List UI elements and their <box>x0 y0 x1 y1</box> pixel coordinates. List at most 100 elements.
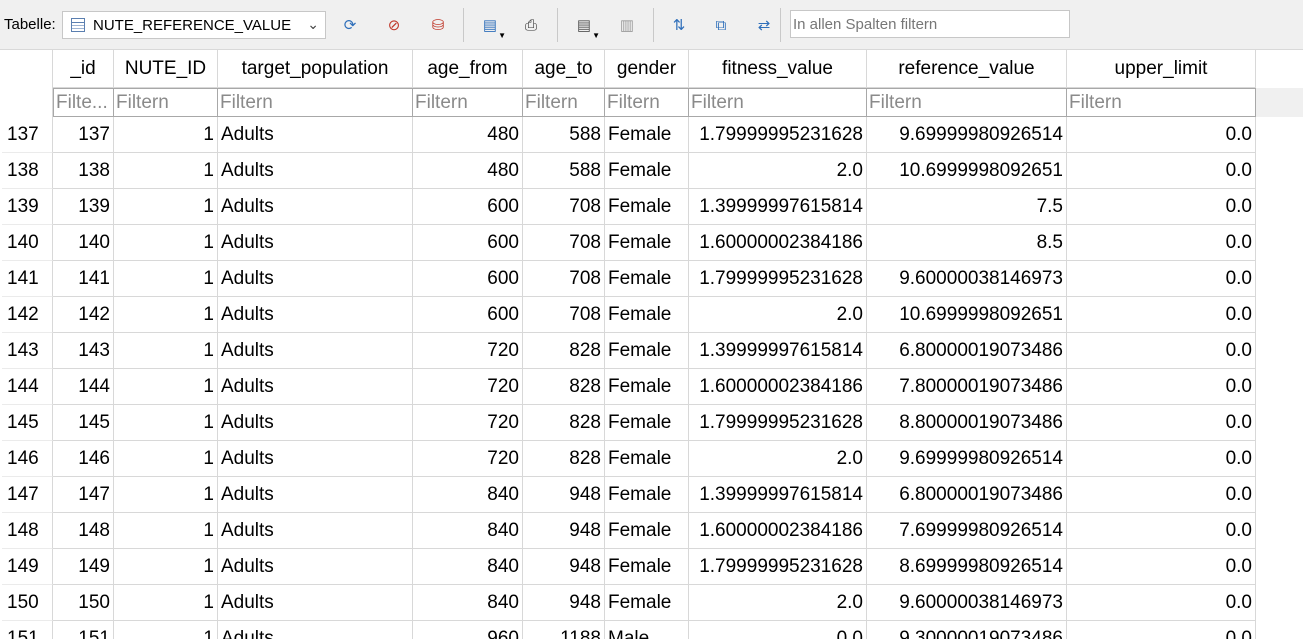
table-cell-nute-id[interactable]: 1 <box>114 333 218 369</box>
table-cell-upper-limit[interactable]: 0.0 <box>1067 441 1256 477</box>
table-cell-age-from[interactable]: 600 <box>413 225 523 261</box>
table-cell-reference-value[interactable]: 10.6999998092651 <box>867 153 1067 189</box>
table-cell-upper-limit[interactable]: 0.0 <box>1067 549 1256 585</box>
filter-input-target-population[interactable] <box>218 89 412 116</box>
table-cell-upper-limit[interactable]: 0.0 <box>1067 189 1256 225</box>
table-cell-target-population[interactable]: Adults <box>218 405 413 441</box>
table-cell-upper-limit[interactable]: 0.0 <box>1067 117 1256 153</box>
table-cell-fitness-value[interactable]: 1.79999995231628 <box>689 549 867 585</box>
table-cell-reference-value[interactable]: 9.69999980926514 <box>867 441 1067 477</box>
table-cell--id[interactable]: 143 <box>53 333 114 369</box>
filter-input-upper-limit[interactable] <box>1067 89 1255 116</box>
table-cell-target-population[interactable]: Adults <box>218 513 413 549</box>
table-cell-gender[interactable]: Female <box>605 585 689 621</box>
table-row[interactable]: 138 138 1 Adults 480 588 Female 2.0 10.699999809… <box>2 153 1256 189</box>
refresh-button[interactable]: ⟳ <box>337 12 363 38</box>
table-cell-nute-id[interactable]: 1 <box>114 225 218 261</box>
table-cell--id[interactable]: 151 <box>53 621 114 639</box>
row-number[interactable]: 138 <box>2 153 53 189</box>
table-cell-target-population[interactable]: Adults <box>218 549 413 585</box>
table-cell-reference-value[interactable]: 9.30000019073486 <box>867 621 1067 639</box>
row-number[interactable]: 148 <box>2 513 53 549</box>
row-number[interactable]: 137 <box>2 117 53 153</box>
table-cell-age-from[interactable]: 600 <box>413 297 523 333</box>
table-cell-upper-limit[interactable]: 0.0 <box>1067 369 1256 405</box>
table-cell--id[interactable]: 142 <box>53 297 114 333</box>
table-cell-target-population[interactable]: Adults <box>218 153 413 189</box>
table-cell--id[interactable]: 137 <box>53 117 114 153</box>
data-grid[interactable]: _id NUTE_ID target_population age_from age_t… <box>2 50 1303 639</box>
table-cell-age-to[interactable]: 948 <box>523 585 605 621</box>
table-cell-age-from[interactable]: 960 <box>413 621 523 639</box>
filter-input-reference-value[interactable] <box>867 89 1066 116</box>
column-header-age-from[interactable]: age_from <box>413 50 523 88</box>
table-cell-upper-limit[interactable]: 0.0 <box>1067 225 1256 261</box>
row-number[interactable]: 147 <box>2 477 53 513</box>
table-cell-reference-value[interactable]: 6.80000019073486 <box>867 477 1067 513</box>
table-cell-target-population[interactable]: Adults <box>218 225 413 261</box>
table-cell-age-from[interactable]: 840 <box>413 513 523 549</box>
table-cell-target-population[interactable]: Adults <box>218 441 413 477</box>
table-cell-fitness-value[interactable]: 1.79999995231628 <box>689 261 867 297</box>
row-number[interactable]: 145 <box>2 405 53 441</box>
table-cell-gender[interactable]: Female <box>605 297 689 333</box>
row-number[interactable]: 143 <box>2 333 53 369</box>
table-cell-fitness-value[interactable]: 1.60000002384186 <box>689 513 867 549</box>
table-row[interactable]: 150 150 1 Adults 840 948 Female 2.0 9.6000003814… <box>2 585 1256 621</box>
table-cell--id[interactable]: 149 <box>53 549 114 585</box>
table-cell-age-to[interactable]: 588 <box>523 117 605 153</box>
table-cell-target-population[interactable]: Adults <box>218 369 413 405</box>
table-cell-reference-value[interactable]: 9.60000038146973 <box>867 261 1067 297</box>
table-cell-age-to[interactable]: 828 <box>523 333 605 369</box>
table-cell-fitness-value[interactable]: 1.39999997615814 <box>689 189 867 225</box>
table-cell-fitness-value[interactable]: 0.0 <box>689 621 867 639</box>
table-cell-nute-id[interactable]: 1 <box>114 585 218 621</box>
row-number[interactable]: 140 <box>2 225 53 261</box>
table-cell-nute-id[interactable]: 1 <box>114 369 218 405</box>
table-cell-reference-value[interactable]: 10.6999998092651 <box>867 297 1067 333</box>
table-cell-reference-value[interactable]: 9.69999980926514 <box>867 117 1067 153</box>
table-cell-age-to[interactable]: 948 <box>523 477 605 513</box>
table-cell-gender[interactable]: Female <box>605 405 689 441</box>
table-cell-age-to[interactable]: 708 <box>523 261 605 297</box>
table-row[interactable]: 149 149 1 Adults 840 948 Female 1.7999999523162… <box>2 549 1256 585</box>
table-row[interactable]: 139 139 1 Adults 600 708 Female 1.3999999761581… <box>2 189 1256 225</box>
table-cell-upper-limit[interactable]: 0.0 <box>1067 405 1256 441</box>
table-cell-age-from[interactable]: 600 <box>413 189 523 225</box>
table-cell-upper-limit[interactable]: 0.0 <box>1067 513 1256 549</box>
table-cell--id[interactable]: 146 <box>53 441 114 477</box>
table-cell-age-from[interactable]: 840 <box>413 477 523 513</box>
table-cell-gender[interactable]: Female <box>605 333 689 369</box>
table-cell-fitness-value[interactable]: 1.39999997615814 <box>689 333 867 369</box>
table-cell-reference-value[interactable]: 7.69999980926514 <box>867 513 1067 549</box>
column-header--id[interactable]: _id <box>53 50 114 88</box>
table-cell-reference-value[interactable]: 8.5 <box>867 225 1067 261</box>
table-cell--id[interactable]: 150 <box>53 585 114 621</box>
row-number[interactable]: 141 <box>2 261 53 297</box>
column-header-fitness-value[interactable]: fitness_value <box>689 50 867 88</box>
filter-input-nute-id[interactable] <box>114 89 217 116</box>
save-filter-button[interactable]: ⛁ <box>425 12 451 38</box>
table-cell-age-to[interactable]: 1188 <box>523 621 605 639</box>
table-cell-gender[interactable]: Female <box>605 153 689 189</box>
goto-record-button[interactable]: ▥ <box>614 12 640 38</box>
table-cell-target-population[interactable]: Adults <box>218 585 413 621</box>
table-cell-nute-id[interactable]: 1 <box>114 621 218 639</box>
table-cell--id[interactable]: 138 <box>53 153 114 189</box>
table-cell-target-population[interactable]: Adults <box>218 189 413 225</box>
table-cell-nute-id[interactable]: 1 <box>114 513 218 549</box>
column-header-gender[interactable]: gender <box>605 50 689 88</box>
table-cell-gender[interactable]: Female <box>605 549 689 585</box>
table-cell-nute-id[interactable]: 1 <box>114 549 218 585</box>
table-cell-nute-id[interactable]: 1 <box>114 189 218 225</box>
insert-record-button[interactable]: ▤ ▼ <box>477 12 506 40</box>
column-header-target-population[interactable]: target_population <box>218 50 413 88</box>
table-cell-age-to[interactable]: 828 <box>523 405 605 441</box>
table-cell-fitness-value[interactable]: 2.0 <box>689 153 867 189</box>
table-cell-upper-limit[interactable]: 0.0 <box>1067 333 1256 369</box>
filter-input-age-from[interactable] <box>413 89 522 116</box>
table-row[interactable]: 146 146 1 Adults 720 828 Female 2.0 9.6999998092… <box>2 441 1256 477</box>
table-cell--id[interactable]: 140 <box>53 225 114 261</box>
filter-input-fitness-value[interactable] <box>689 89 866 116</box>
table-cell-fitness-value[interactable]: 2.0 <box>689 297 867 333</box>
